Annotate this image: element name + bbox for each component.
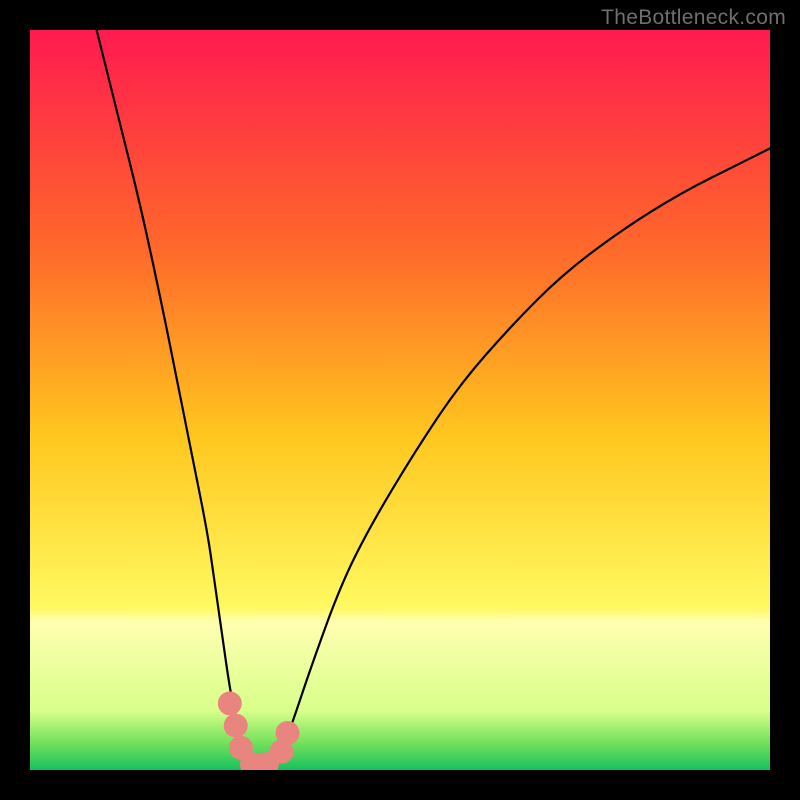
data-marker [276, 721, 300, 745]
chart-frame: TheBottleneck.com [0, 0, 800, 800]
attribution-text: TheBottleneck.com [601, 6, 786, 30]
bottleneck-chart [30, 30, 770, 770]
data-marker [224, 714, 248, 738]
plot-area [30, 30, 770, 770]
gradient-background [30, 30, 770, 770]
data-marker [218, 691, 242, 715]
